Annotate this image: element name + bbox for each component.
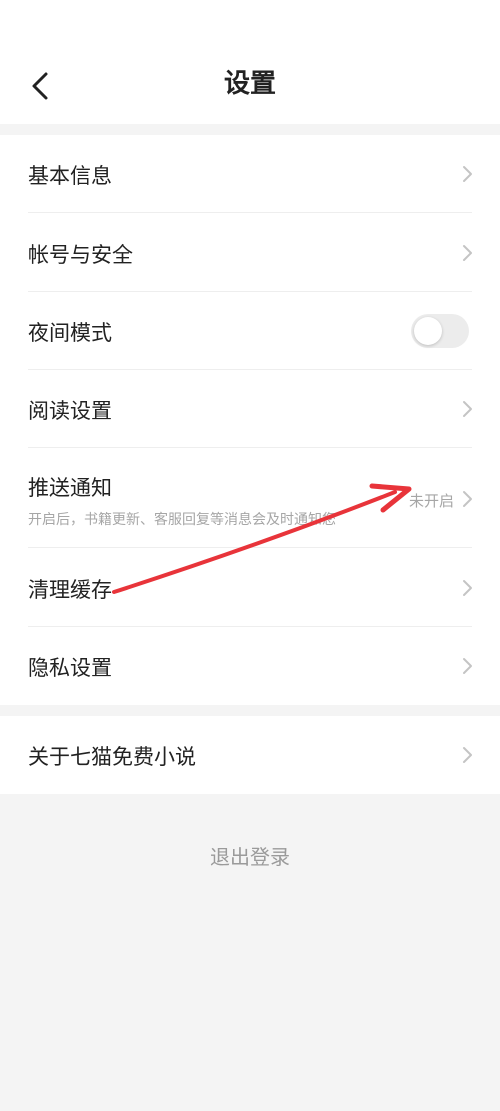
settings-item-basic-info[interactable]: 基本信息 (0, 135, 500, 213)
settings-item-label: 夜间模式 (28, 321, 112, 345)
toggle-knob (414, 317, 442, 345)
settings-item-label: 清理缓存 (28, 578, 112, 602)
about-section: 关于七猫免费小说 (0, 716, 500, 794)
chevron-right-icon (463, 245, 472, 261)
status-bar (0, 0, 500, 44)
settings-item-label: 推送通知 (28, 476, 112, 500)
settings-list: 基本信息 帐号与安全 夜间模式 阅读设置 推送通知 开启后，书籍更新、客服回复等… (0, 135, 500, 705)
settings-item-night-mode: 夜间模式 (0, 292, 500, 370)
night-mode-toggle[interactable] (411, 314, 469, 348)
chevron-right-icon (463, 747, 472, 763)
push-notification-status: 未开启 (408, 492, 454, 510)
settings-item-account-security[interactable]: 帐号与安全 (0, 213, 500, 292)
settings-item-label: 关于七猫免费小说 (28, 745, 196, 769)
settings-item-description: 开启后，书籍更新、客服回复等消息会及时通知您 (28, 512, 336, 528)
chevron-right-icon (463, 491, 472, 507)
page-title: 设置 (223, 69, 276, 99)
settings-item-label: 隐私设置 (28, 656, 112, 680)
settings-item-clear-cache[interactable]: 清理缓存 (0, 548, 500, 627)
header: 设置 (0, 44, 500, 124)
settings-item-label: 阅读设置 (28, 399, 112, 423)
settings-item-label: 帐号与安全 (28, 243, 133, 267)
chevron-right-icon (463, 580, 472, 596)
settings-item-privacy-settings[interactable]: 隐私设置 (0, 627, 500, 705)
chevron-right-icon (463, 658, 472, 674)
settings-item-push-notification[interactable]: 推送通知 开启后，书籍更新、客服回复等消息会及时通知您 未开启 (0, 448, 500, 548)
settings-item-label: 基本信息 (28, 164, 112, 188)
chevron-right-icon (463, 401, 472, 417)
settings-item-reading-settings[interactable]: 阅读设置 (0, 370, 500, 448)
logout-button[interactable]: 退出登录 (0, 830, 500, 884)
settings-item-about[interactable]: 关于七猫免费小说 (0, 716, 500, 794)
chevron-right-icon (463, 166, 472, 182)
